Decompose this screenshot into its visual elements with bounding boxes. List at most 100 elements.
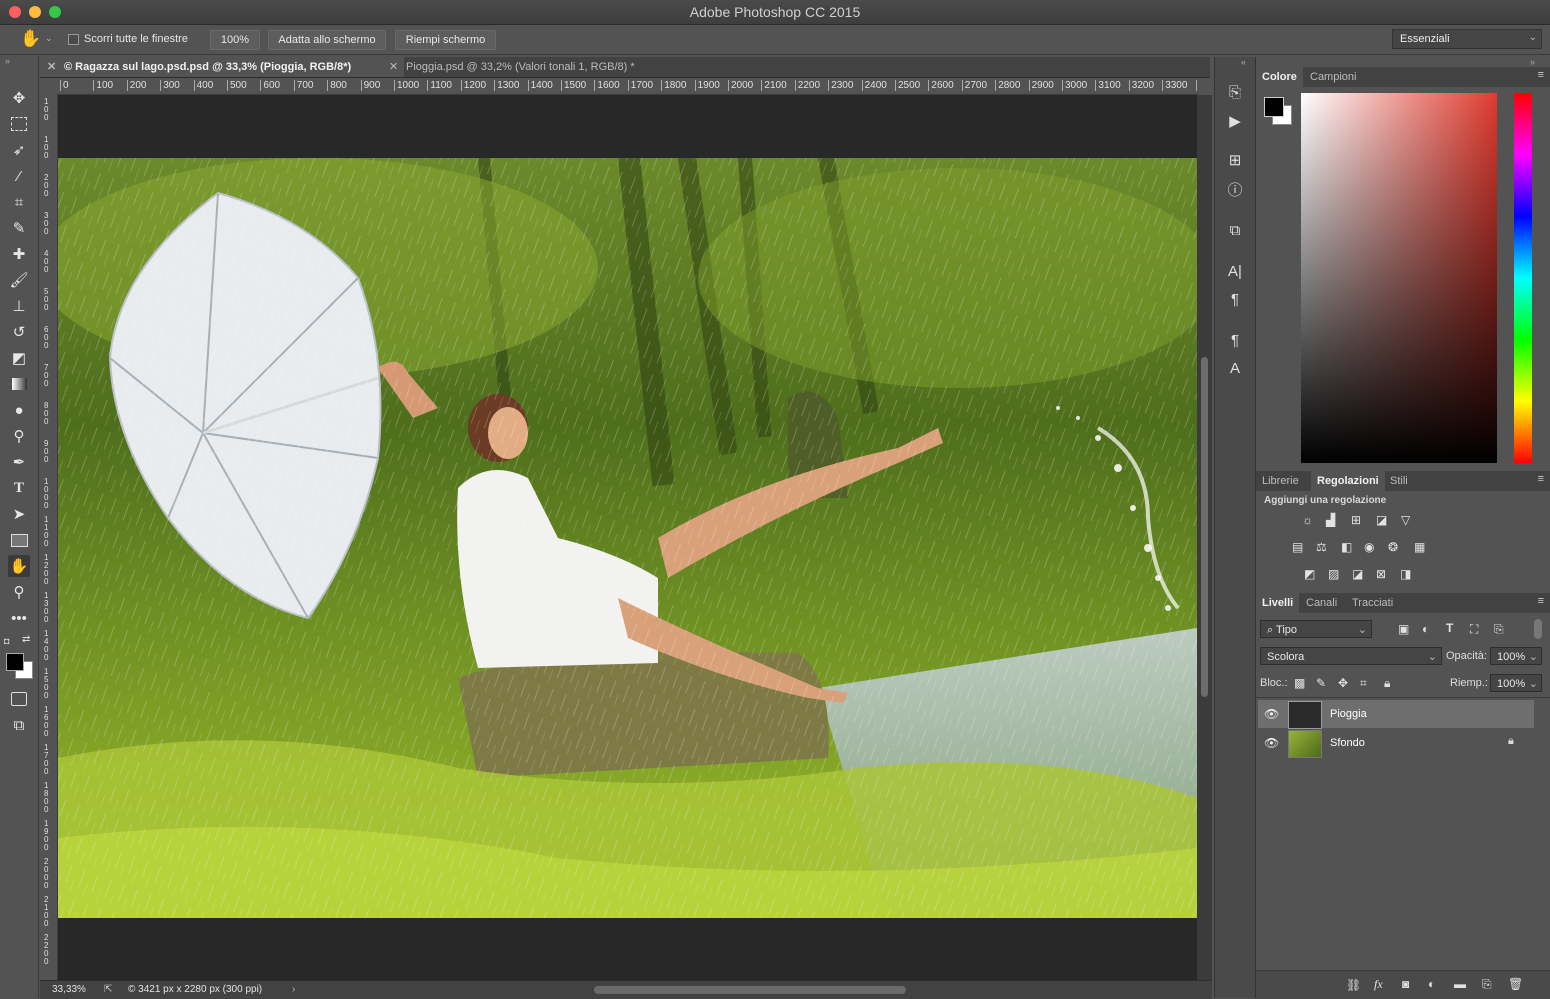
lock-all-icon[interactable]: 🔒︎ [1384,676,1390,691]
filter-pixel-icon[interactable]: ▣ [1398,622,1409,636]
hue-saturation-icon[interactable]: ▤ [1292,540,1303,554]
layer-style-icon[interactable]: fx [1374,977,1383,992]
lock-image-icon[interactable]: ✎ [1316,676,1326,690]
fill-field[interactable]: 100% ⌄ [1490,674,1542,692]
color-field[interactable] [1301,93,1497,463]
new-group-icon[interactable]: ▬ [1454,977,1466,991]
character-styles-panel-icon[interactable]: A [1224,357,1246,379]
layer-row-sfondo[interactable]: 👁︎ Sfondo 🔒︎ [1258,729,1534,758]
brush-tool-icon[interactable]: 🖌 [8,269,30,291]
info-panel-icon[interactable]: ⓘ [1224,178,1246,200]
vertical-scroll-thumb[interactable] [1201,357,1208,697]
history-brush-tool-icon[interactable]: ↺ [8,321,30,343]
clone-source-panel-icon[interactable]: ⧉ [1224,219,1246,241]
swap-colors-icon[interactable]: ⇄ [22,634,30,645]
foreground-color-swatch[interactable] [1264,97,1284,117]
hand-tool-preset-icon[interactable]: ✋ [20,29,41,49]
document-image[interactable] [58,158,1197,918]
chevron-down-icon[interactable]: ⌄ [45,33,53,44]
lock-transparent-icon[interactable]: ▩ [1294,676,1305,690]
default-colors-icon[interactable]: ◘ [4,636,9,646]
curves-icon[interactable]: ⊞ [1351,513,1361,527]
history-panel-icon[interactable]: ⎘ [1224,81,1246,103]
magic-wand-tool-icon[interactable]: ⁄ [8,165,30,187]
photo-filter-icon[interactable]: ◉ [1364,540,1374,554]
path-selection-tool-icon[interactable]: ➤ [8,503,30,525]
workspace-select[interactable]: Essenziali ⌄ [1392,29,1542,49]
fill-screen-button[interactable]: Riempi schermo [395,30,496,50]
foreground-color-swatch[interactable] [6,653,24,671]
character-panel-icon[interactable]: A| [1224,260,1246,282]
vertical-scrollbar[interactable] [1197,95,1212,980]
filter-shape-icon[interactable]: ⛶ [1470,622,1478,637]
actions-panel-icon[interactable]: ▶ [1224,110,1246,132]
eraser-tool-icon[interactable]: ◩ [8,347,30,369]
scroll-all-checkbox[interactable] [68,34,79,45]
marquee-tool-icon[interactable] [8,113,30,135]
layer-name[interactable]: Pioggia [1330,708,1367,720]
blur-tool-icon[interactable]: ● [8,399,30,421]
delete-layer-icon[interactable]: 🗑︎ [1508,977,1523,991]
threshold-icon[interactable]: ◪ [1352,567,1363,581]
close-tab-icon[interactable]: ✕ [47,57,56,77]
panel-menu-icon[interactable]: ≡ [1538,69,1544,81]
posterize-icon[interactable]: ▨ [1328,567,1339,581]
more-tools-icon[interactable]: ••• [8,607,30,629]
levels-icon[interactable]: ▟ [1326,513,1335,527]
move-tool-icon[interactable]: ✥ [8,87,30,109]
horizontal-ruler[interactable]: 0 100 200 300 400 500 600 700 800 900 1000 1100 1200… [58,78,1198,95]
gradient-map-icon[interactable]: ⊠ [1376,567,1386,581]
selective-color-icon[interactable]: ◨ [1400,567,1411,581]
gradient-tool-icon[interactable] [8,373,30,395]
opacity-field[interactable]: 100% ⌄ [1490,647,1542,665]
add-mask-icon[interactable]: ◙ [1402,977,1409,991]
dodge-tool-icon[interactable]: ⚲ [8,425,30,447]
color-balance-icon[interactable]: ⚖ [1316,540,1327,554]
document-tab-pioggia[interactable]: ✕ Pioggia.psd @ 33,2% (Valori tonali 1, … [382,57,706,77]
filter-type-icon[interactable]: T [1446,621,1453,635]
eye-icon[interactable]: 👁︎ [1264,736,1279,750]
lasso-tool-icon[interactable]: ➶ [8,139,30,161]
screen-mode-icon[interactable]: ⧉ [8,714,30,736]
document-tab-ragazza[interactable]: ✕ © Ragazza sul lago.psd.psd @ 33,3% (Pi… [40,57,404,77]
blend-mode-select[interactable]: Scolora ⌄ [1260,647,1442,665]
zoom-level[interactable]: 33,33% [52,981,86,999]
exposure-icon[interactable]: ◪ [1376,513,1387,527]
channel-mixer-icon[interactable]: ❂ [1388,540,1398,554]
collapse-icon[interactable]: » [5,56,10,66]
ruler-origin[interactable] [40,78,59,95]
eye-icon[interactable]: 👁︎ [1264,707,1279,721]
lock-artboard-icon[interactable]: ⌗ [1360,676,1367,691]
clone-stamp-tool-icon[interactable]: ⊥ [8,295,30,317]
healing-brush-tool-icon[interactable]: ✚ [8,243,30,265]
vertical-ruler[interactable]: 1 0 0 1 0 0 2 0 0 3 0 0 4 0 0 5 0 0 6 0 0 7 0 0… [40,94,58,980]
vibrance-icon[interactable]: ▽ [1401,513,1410,527]
tab-colore[interactable]: Colore [1256,67,1303,87]
close-tab-icon[interactable]: ✕ [389,57,398,77]
chevron-right-icon[interactable]: › [292,981,295,999]
invert-icon[interactable]: ◩ [1304,567,1315,581]
new-adjustment-layer-icon[interactable]: ◐ [1428,977,1435,991]
lock-position-icon[interactable]: ✥ [1338,676,1348,690]
quick-mask-icon[interactable] [8,688,30,710]
tab-regolazioni[interactable]: Regolazioni [1311,471,1385,491]
panel-menu-icon[interactable]: ≡ [1538,595,1544,607]
paragraph-panel-icon[interactable]: ¶ [1224,288,1246,310]
hand-tool-icon[interactable]: ✋ [8,555,30,577]
brightness-contrast-icon[interactable]: ☼ [1302,513,1313,527]
layer-name[interactable]: Sfondo [1330,737,1365,749]
filter-toggle[interactable] [1534,619,1542,639]
rectangle-tool-icon[interactable] [8,529,30,551]
filter-smart-object-icon[interactable]: ⎘ [1494,622,1504,637]
color-lookup-icon[interactable]: ▦ [1414,540,1425,554]
tab-livelli[interactable]: Livelli [1256,593,1300,613]
filter-adjustment-icon[interactable]: ◐ [1422,622,1429,636]
panel-menu-icon[interactable]: ≡ [1538,473,1544,485]
hue-slider[interactable] [1514,93,1532,463]
pen-tool-icon[interactable]: ✒ [8,451,30,473]
zoom-100-button[interactable]: 100% [210,30,260,50]
crop-tool-icon[interactable]: ⌗ [8,191,30,213]
tab-campioni[interactable]: Campioni [1304,67,1362,87]
collapse-icon[interactable]: » [1530,57,1535,67]
new-layer-icon[interactable]: ⎘ [1482,977,1492,992]
